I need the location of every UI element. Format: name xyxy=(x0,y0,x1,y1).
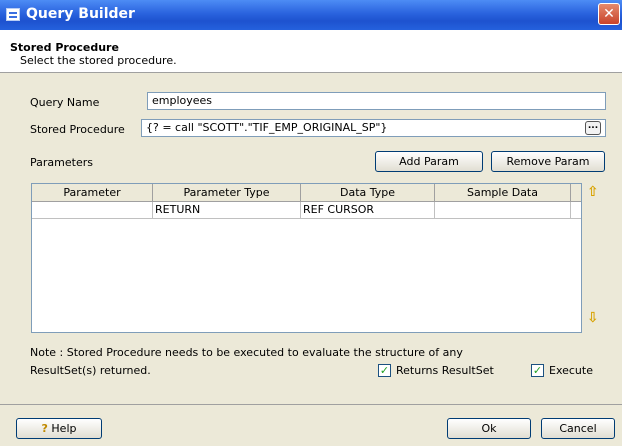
help-button[interactable]: ? Help xyxy=(16,418,102,439)
query-name-input[interactable]: employees xyxy=(147,92,606,110)
column-header-sample-data[interactable]: Sample Data xyxy=(435,184,571,202)
content-panel: Query Name employees Stored Procedure {?… xyxy=(8,76,614,397)
parameters-table[interactable]: Parameter Parameter Type Data Type Sampl… xyxy=(31,183,582,333)
help-icon: ? xyxy=(41,422,48,435)
wizard-header: Stored Procedure Select the stored proce… xyxy=(0,30,622,73)
add-param-button[interactable]: Add Param xyxy=(375,151,483,172)
check-icon: ✓ xyxy=(379,364,390,377)
header-title: Stored Procedure xyxy=(10,41,119,54)
check-icon: ✓ xyxy=(532,364,543,377)
window-title: Query Builder xyxy=(26,6,135,22)
cell-data-type[interactable]: REF CURSOR xyxy=(301,202,435,219)
query-name-label: Query Name xyxy=(30,96,100,109)
returns-resultset-checkbox[interactable]: ✓ xyxy=(378,364,391,377)
close-icon: ✕ xyxy=(603,6,615,22)
cell-sample-data[interactable] xyxy=(435,202,571,219)
move-up-icon[interactable]: ⇧ xyxy=(587,184,599,200)
move-down-icon[interactable]: ⇩ xyxy=(587,310,599,326)
parameters-label: Parameters xyxy=(30,156,93,169)
ok-button[interactable]: Ok xyxy=(447,418,531,439)
browse-procedure-button[interactable]: ... xyxy=(585,121,601,135)
execute-label: Execute xyxy=(549,364,593,377)
note-line-1: Note : Stored Procedure needs to be exec… xyxy=(30,346,463,359)
query-builder-window: Query Builder ✕ Stored Procedure Select … xyxy=(0,0,622,446)
table-row[interactable]: RETURN REF CURSOR xyxy=(32,202,581,219)
stored-procedure-label: Stored Procedure xyxy=(30,123,125,136)
title-bar[interactable]: Query Builder ✕ xyxy=(0,0,622,30)
returns-resultset-label: Returns ResultSet xyxy=(396,364,494,377)
execute-checkbox[interactable]: ✓ xyxy=(531,364,544,377)
footer-separator xyxy=(0,404,622,405)
header-subtitle: Select the stored procedure. xyxy=(20,54,177,67)
ellipsis-icon: ... xyxy=(587,121,599,131)
note-line-2: ResultSet(s) returned. xyxy=(30,364,151,377)
column-header-parameter[interactable]: Parameter xyxy=(32,184,153,202)
column-header-parameter-type[interactable]: Parameter Type xyxy=(153,184,301,202)
stored-procedure-input[interactable]: {? = call "SCOTT"."TIF_EMP_ORIGINAL_SP"} xyxy=(141,119,606,137)
help-button-label: Help xyxy=(51,422,77,435)
close-button[interactable]: ✕ xyxy=(598,3,620,25)
table-header: Parameter Parameter Type Data Type Sampl… xyxy=(32,184,581,202)
column-header-data-type[interactable]: Data Type xyxy=(301,184,435,202)
cell-parameter-type[interactable]: RETURN xyxy=(153,202,301,219)
remove-param-button[interactable]: Remove Param xyxy=(491,151,605,172)
app-icon xyxy=(6,8,20,21)
cell-parameter[interactable] xyxy=(32,202,153,219)
cancel-button[interactable]: Cancel xyxy=(541,418,615,439)
